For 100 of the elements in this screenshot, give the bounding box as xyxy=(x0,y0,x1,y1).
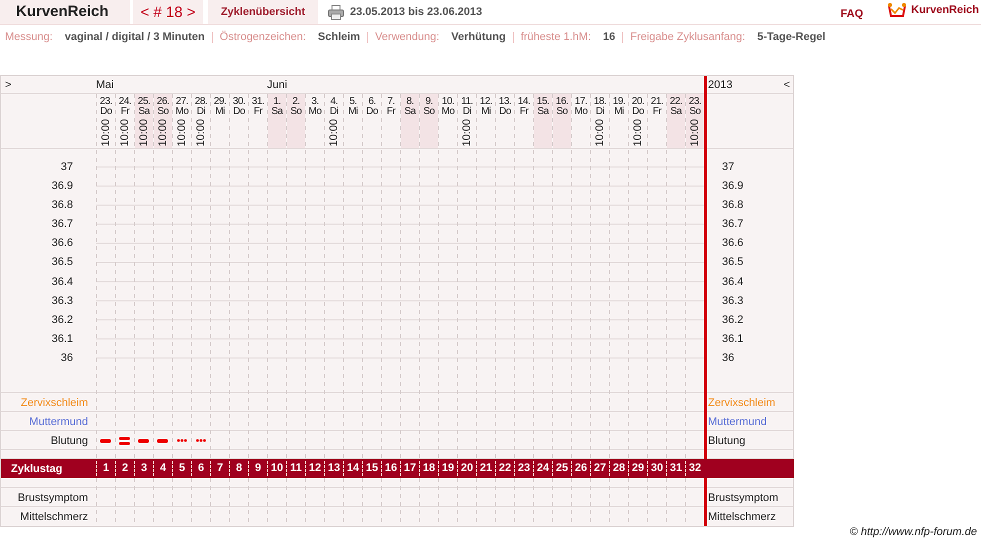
date-range: 23.05.2013 bis 23.06.2013 xyxy=(350,6,482,18)
weekday-label: Do xyxy=(366,107,378,117)
measurement-time: 10:00 xyxy=(101,119,111,147)
day-date: 31. xyxy=(252,97,264,107)
weekday-label: Mo xyxy=(574,107,588,117)
cycle-day-number: 26 xyxy=(571,461,590,476)
cycle-day-label: Zyklustag xyxy=(10,462,64,474)
day-date: 5. xyxy=(349,97,357,107)
temperature-tick: 36.8 xyxy=(50,198,74,214)
cycle-day-number: 3 xyxy=(134,461,153,476)
row-label: Mittelschmerz xyxy=(20,510,88,522)
cycle-day-number: 1 xyxy=(96,461,115,476)
cycle-day-number: 16 xyxy=(381,461,400,476)
row-label: Zervixschleim xyxy=(708,396,776,408)
measurement-time: 10:00 xyxy=(196,119,206,147)
temperature-tick: 36 xyxy=(721,350,736,366)
cycle-day-number: 8 xyxy=(229,461,248,476)
cycle-day-number: 10 xyxy=(267,461,286,476)
measurement-time: 10:00 xyxy=(329,119,339,147)
weekday-label: Fr xyxy=(652,107,662,117)
day-date: 8. xyxy=(406,97,414,107)
setting-value: 16 xyxy=(603,31,616,43)
measurement-time: 10:00 xyxy=(595,119,605,147)
measurement-time: 10:00 xyxy=(462,119,472,147)
row-label: Muttermund xyxy=(29,416,88,428)
day-date: 26. xyxy=(156,97,170,107)
weekday-label: Sa xyxy=(138,107,150,117)
row-label: Muttermund xyxy=(708,416,767,428)
cycle-day-number: 24 xyxy=(533,461,552,476)
day-date: 14. xyxy=(518,97,530,107)
temperature-tick: 37 xyxy=(721,160,736,175)
day-date: 30. xyxy=(232,97,246,107)
day-date: 3. xyxy=(311,97,319,107)
printer-icon[interactable] xyxy=(328,4,344,20)
cycle-day-number: 28 xyxy=(609,461,628,476)
row-label: Blutung xyxy=(50,434,88,446)
day-date: 23. xyxy=(100,97,112,107)
weekday-label: Di xyxy=(462,107,472,117)
day-date: 16. xyxy=(556,97,568,107)
day-date: 23. xyxy=(688,97,702,107)
cycle-day-number: 23 xyxy=(514,461,533,476)
weekday-label: Sa xyxy=(404,107,416,117)
day-date: 11. xyxy=(461,97,473,107)
cycle-nav-button[interactable]: < # 18 > xyxy=(133,0,203,24)
weekday-label: Do xyxy=(499,107,511,117)
weekday-label: Fr xyxy=(386,107,396,117)
setting-value: 5-Tage-Regel xyxy=(757,31,826,43)
temperature-tick: 36.8 xyxy=(721,198,744,214)
cycle-day-number: 15 xyxy=(362,461,381,476)
row-label: Brustsymptom xyxy=(708,492,778,504)
day-date: 25. xyxy=(138,97,150,107)
collapse-toggle[interactable]: < xyxy=(784,79,790,91)
day-date: 2. xyxy=(292,97,300,107)
weekday-label: Do xyxy=(632,107,644,117)
cycle-day-number: 12 xyxy=(305,461,324,476)
weekday-label: Sa xyxy=(537,107,549,117)
day-date: 21. xyxy=(650,97,664,107)
weekday-label: Fr xyxy=(254,107,262,117)
setting-label: Freigabe Zyklusanfang: xyxy=(630,31,746,43)
cycle-day-number: 20 xyxy=(457,461,476,476)
temperature-tick: 36.1 xyxy=(50,332,74,347)
app-title: KurvenReich xyxy=(0,0,130,24)
setting-label: Verwendung: xyxy=(375,31,440,43)
setting-label: früheste 1.hM: xyxy=(520,31,592,43)
temperature-tick: 36.6 xyxy=(50,236,74,252)
measurement-time: 10:00 xyxy=(139,119,149,147)
day-date: 27. xyxy=(176,97,188,107)
day-date: 22. xyxy=(670,97,682,107)
temperature-tick: 36.2 xyxy=(721,312,744,328)
temperature-tick: 36.1 xyxy=(721,332,744,347)
cycle-day-number: 14 xyxy=(343,461,362,476)
row-label: Brustsymptom xyxy=(18,492,88,504)
weekday-label: Do xyxy=(100,107,112,117)
overview-tab[interactable]: Zyklenübersicht xyxy=(208,0,318,24)
temperature-tick: 36.5 xyxy=(721,255,744,270)
weekday-label: Di xyxy=(596,107,604,117)
weekday-label: Do xyxy=(233,107,245,117)
temperature-tick: 36.6 xyxy=(721,236,744,252)
brand-name: KurvenReich xyxy=(911,4,979,16)
measurement-time: 10:00 xyxy=(120,119,130,147)
temperature-tick: 36.4 xyxy=(721,274,744,290)
weekday-label: So xyxy=(423,107,435,117)
day-date: 29. xyxy=(214,97,226,107)
weekday-label: So xyxy=(290,107,302,117)
weekday-label: So xyxy=(689,107,701,117)
cycle-day-number: 29 xyxy=(628,461,647,476)
temperature-tick: 36.7 xyxy=(721,217,744,232)
faq-link[interactable]: FAQ xyxy=(840,8,864,20)
expand-toggle[interactable]: > xyxy=(1,79,12,91)
cycle-day-number: 25 xyxy=(552,461,571,476)
day-date: 1. xyxy=(273,97,281,107)
row-label: Mittelschmerz xyxy=(708,510,776,522)
cycle-day-number: 18 xyxy=(419,461,438,476)
weekday-label: So xyxy=(157,107,169,117)
weekday-label: Mo xyxy=(176,107,188,117)
row-label: Blutung xyxy=(708,434,746,446)
day-date: 10. xyxy=(442,97,454,107)
day-date: 19. xyxy=(612,97,626,107)
day-date: 18. xyxy=(594,97,606,107)
weekday-label: Mo xyxy=(308,107,322,117)
